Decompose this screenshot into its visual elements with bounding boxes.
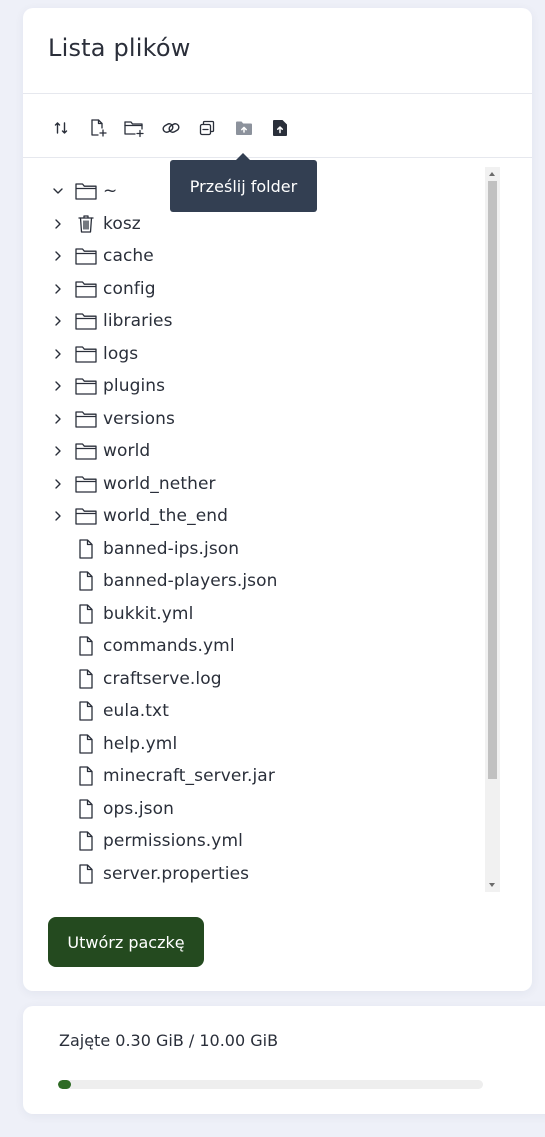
file-icon <box>74 862 98 886</box>
scroll-down-icon[interactable] <box>489 883 495 887</box>
storage-progress-fill <box>58 1080 71 1089</box>
upload-folder-icon <box>235 121 252 135</box>
folder-icon <box>74 439 98 463</box>
tooltip: Prześlij folder <box>170 153 317 212</box>
sort-icon <box>54 122 68 134</box>
file-icon <box>74 732 98 756</box>
file-tree: ~ kosz cache config libraries logs plugins vers… <box>23 166 499 892</box>
tree-item-label: cache <box>103 246 154 267</box>
scroll-up-icon[interactable] <box>489 172 495 176</box>
chevron-right-icon[interactable] <box>52 510 64 522</box>
file-icon <box>74 829 98 853</box>
folder-icon <box>74 504 98 528</box>
chevron-right-icon[interactable] <box>52 380 64 392</box>
sort-button[interactable] <box>49 116 73 140</box>
page-title: Lista plików <box>48 34 191 62</box>
file-tree-scrollbar[interactable] <box>485 167 500 892</box>
file-icon <box>74 764 98 788</box>
tree-item-label: libraries <box>103 311 173 332</box>
file-list-card: Lista plików ~ kosz cache config librari… <box>23 8 532 991</box>
tree-item-label: ops.json <box>103 798 175 819</box>
new-folder-icon <box>124 121 144 138</box>
tree-item-label: bukkit.yml <box>103 603 194 624</box>
folder-icon <box>74 342 98 366</box>
chevron-right-icon[interactable] <box>52 478 64 490</box>
file-icon <box>74 537 98 561</box>
tree-item-label: banned-players.json <box>103 571 278 592</box>
new-file-button[interactable] <box>86 116 110 140</box>
tree-item-label: commands.yml <box>103 636 235 657</box>
tree-item-label: logs <box>103 343 139 364</box>
link-button[interactable] <box>159 116 183 140</box>
new-file-icon <box>90 119 107 137</box>
tree-item-label: help.yml <box>103 733 178 754</box>
chevron-down-icon[interactable] <box>52 185 64 197</box>
file-icon <box>74 634 98 658</box>
upload-file-button[interactable] <box>268 116 292 140</box>
tree-item-label: server.properties <box>103 863 250 884</box>
scroll-thumb[interactable] <box>488 181 497 779</box>
chevron-right-icon[interactable] <box>52 283 64 295</box>
folder-icon <box>74 309 98 333</box>
file-icon <box>74 569 98 593</box>
tree-item-label: minecraft_server.jar <box>103 766 275 787</box>
file-toolbar <box>49 116 305 140</box>
link-icon <box>162 123 179 133</box>
tree-item-label: versions <box>103 408 175 429</box>
folder-icon <box>74 374 98 398</box>
divider <box>23 157 532 158</box>
chevron-right-icon[interactable] <box>52 445 64 457</box>
chevron-right-icon[interactable] <box>52 348 64 360</box>
folder-icon <box>74 472 98 496</box>
tree-item-label: craftserve.log <box>103 668 222 689</box>
new-folder-button[interactable] <box>122 116 146 140</box>
collapse-all-icon <box>199 120 215 136</box>
tree-item-label: ~ <box>103 181 118 202</box>
storage-progress-bar <box>58 1080 483 1089</box>
storage-card: Zajęte 0.30 GiB / 10.00 GiB <box>23 1006 545 1114</box>
storage-usage-text: Zajęte 0.30 GiB / 10.00 GiB <box>59 1031 279 1050</box>
file-icon <box>74 667 98 691</box>
file-icon <box>74 797 98 821</box>
tree-item-label: world <box>103 441 151 462</box>
tree-item-label: eula.txt <box>103 701 169 722</box>
tree-item-label: plugins <box>103 376 166 397</box>
tree-item-label: config <box>103 278 156 299</box>
folder-icon <box>74 277 98 301</box>
chevron-right-icon[interactable] <box>52 218 64 230</box>
folder-icon <box>74 407 98 431</box>
chevron-right-icon[interactable] <box>52 250 64 262</box>
upload-folder-button[interactable] <box>232 116 256 140</box>
divider <box>23 93 532 94</box>
collapse-all-button[interactable] <box>195 116 219 140</box>
file-icon <box>74 699 98 723</box>
tree-item-label: kosz <box>103 213 141 234</box>
chevron-right-icon[interactable] <box>52 413 64 425</box>
tree-item-label: world_the_end <box>103 506 229 527</box>
file-icon <box>74 602 98 626</box>
chevron-right-icon[interactable] <box>52 315 64 327</box>
folder-icon <box>74 244 98 268</box>
tree-item-label: world_nether <box>103 473 216 494</box>
upload-file-icon <box>273 120 287 136</box>
tree-item-label: permissions.yml <box>103 831 243 852</box>
tree-item-label: banned-ips.json <box>103 538 240 559</box>
trash-icon <box>74 212 98 236</box>
folder-icon <box>74 179 98 203</box>
create-package-button[interactable]: Utwórz paczkę <box>48 917 204 967</box>
